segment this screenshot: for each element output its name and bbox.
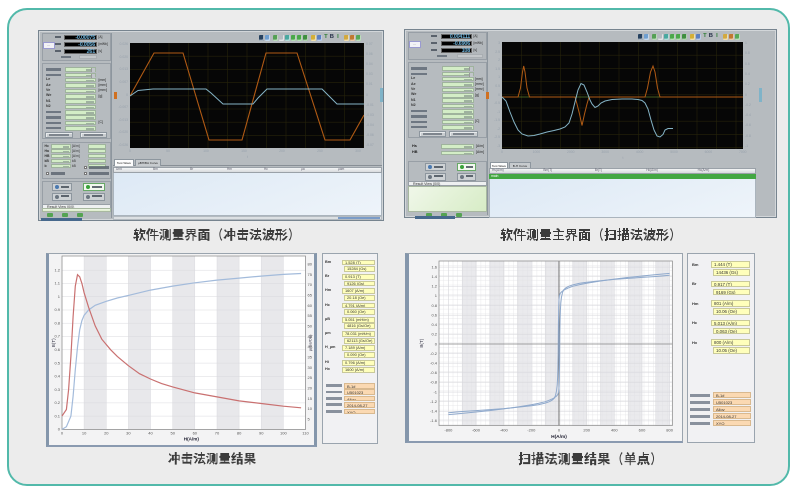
svg-text:0.8: 0.8 bbox=[54, 320, 60, 325]
svg-text:1: 1 bbox=[435, 293, 438, 298]
svg-text:H(A/m): H(A/m) bbox=[184, 437, 200, 442]
svg-text:800: 800 bbox=[666, 428, 673, 433]
svg-text:0: 0 bbox=[435, 341, 438, 346]
svg-text:1.6: 1.6 bbox=[431, 264, 437, 269]
svg-text:H(A/m): H(A/m) bbox=[551, 434, 567, 440]
svg-text:40: 40 bbox=[148, 431, 153, 436]
svg-text:70: 70 bbox=[215, 431, 220, 436]
svg-text:30: 30 bbox=[126, 431, 131, 436]
svg-text:0.5: 0.5 bbox=[54, 360, 60, 365]
svg-text:1.2: 1.2 bbox=[54, 267, 60, 272]
svg-text:0.4: 0.4 bbox=[431, 322, 437, 327]
svg-text:0.3: 0.3 bbox=[54, 387, 60, 392]
svg-text:B(T): B(T) bbox=[419, 338, 424, 347]
svg-text:55: 55 bbox=[308, 313, 313, 318]
svg-text:65: 65 bbox=[308, 293, 313, 298]
svg-text:600: 600 bbox=[639, 428, 646, 433]
svg-text:400: 400 bbox=[611, 428, 618, 433]
svg-text:-1.2: -1.2 bbox=[430, 399, 438, 404]
svg-text:80: 80 bbox=[237, 431, 242, 436]
svg-text:B(T): B(T) bbox=[51, 338, 56, 347]
svg-text:80: 80 bbox=[308, 262, 313, 267]
svg-text:10: 10 bbox=[82, 431, 87, 436]
svg-text:200: 200 bbox=[583, 428, 590, 433]
svg-text:-600: -600 bbox=[472, 428, 481, 433]
svg-text:60: 60 bbox=[193, 431, 198, 436]
svg-text:0.2: 0.2 bbox=[54, 400, 60, 405]
svg-text:30: 30 bbox=[308, 365, 313, 370]
svg-text:50: 50 bbox=[308, 324, 313, 329]
svg-text:-1.4: -1.4 bbox=[430, 409, 438, 414]
svg-text:0.2: 0.2 bbox=[431, 332, 437, 337]
svg-text:0.6: 0.6 bbox=[431, 313, 437, 318]
svg-text:1.2: 1.2 bbox=[431, 284, 437, 289]
svg-text:5: 5 bbox=[308, 417, 311, 422]
svg-text:110: 110 bbox=[302, 431, 309, 436]
svg-text:-0.4: -0.4 bbox=[430, 361, 438, 366]
svg-text:-1: -1 bbox=[433, 389, 437, 394]
svg-text:-0.8: -0.8 bbox=[430, 380, 438, 385]
svg-text:0.1: 0.1 bbox=[54, 413, 60, 418]
svg-text:1.4: 1.4 bbox=[431, 274, 437, 279]
svg-text:1.1: 1.1 bbox=[54, 281, 60, 286]
svg-text:25: 25 bbox=[308, 375, 313, 380]
svg-text:0.4: 0.4 bbox=[54, 374, 60, 379]
svg-text:-400: -400 bbox=[500, 428, 509, 433]
svg-text:µ(Gs/Oe): µ(Gs/Oe) bbox=[308, 334, 313, 351]
svg-text:20: 20 bbox=[308, 386, 313, 391]
svg-text:70: 70 bbox=[308, 282, 313, 287]
svg-text:0.9: 0.9 bbox=[54, 307, 60, 312]
svg-text:0: 0 bbox=[558, 428, 561, 433]
svg-text:1: 1 bbox=[58, 294, 61, 299]
svg-text:-0.2: -0.2 bbox=[430, 351, 438, 356]
svg-text:0.7: 0.7 bbox=[54, 334, 60, 339]
svg-text:35: 35 bbox=[308, 355, 313, 360]
svg-text:10: 10 bbox=[308, 406, 313, 411]
svg-text:-0.6: -0.6 bbox=[430, 370, 438, 375]
svg-text:-200: -200 bbox=[527, 428, 536, 433]
svg-text:-800: -800 bbox=[444, 428, 453, 433]
svg-text:75: 75 bbox=[308, 272, 313, 277]
svg-text:60: 60 bbox=[308, 303, 313, 308]
svg-text:0.8: 0.8 bbox=[431, 303, 437, 308]
svg-text:0: 0 bbox=[61, 431, 64, 436]
svg-text:-1.6: -1.6 bbox=[430, 418, 438, 423]
svg-text:20: 20 bbox=[104, 431, 109, 436]
svg-text:15: 15 bbox=[308, 396, 313, 401]
svg-text:100: 100 bbox=[280, 431, 287, 436]
svg-text:50: 50 bbox=[170, 431, 175, 436]
svg-text:90: 90 bbox=[259, 431, 264, 436]
